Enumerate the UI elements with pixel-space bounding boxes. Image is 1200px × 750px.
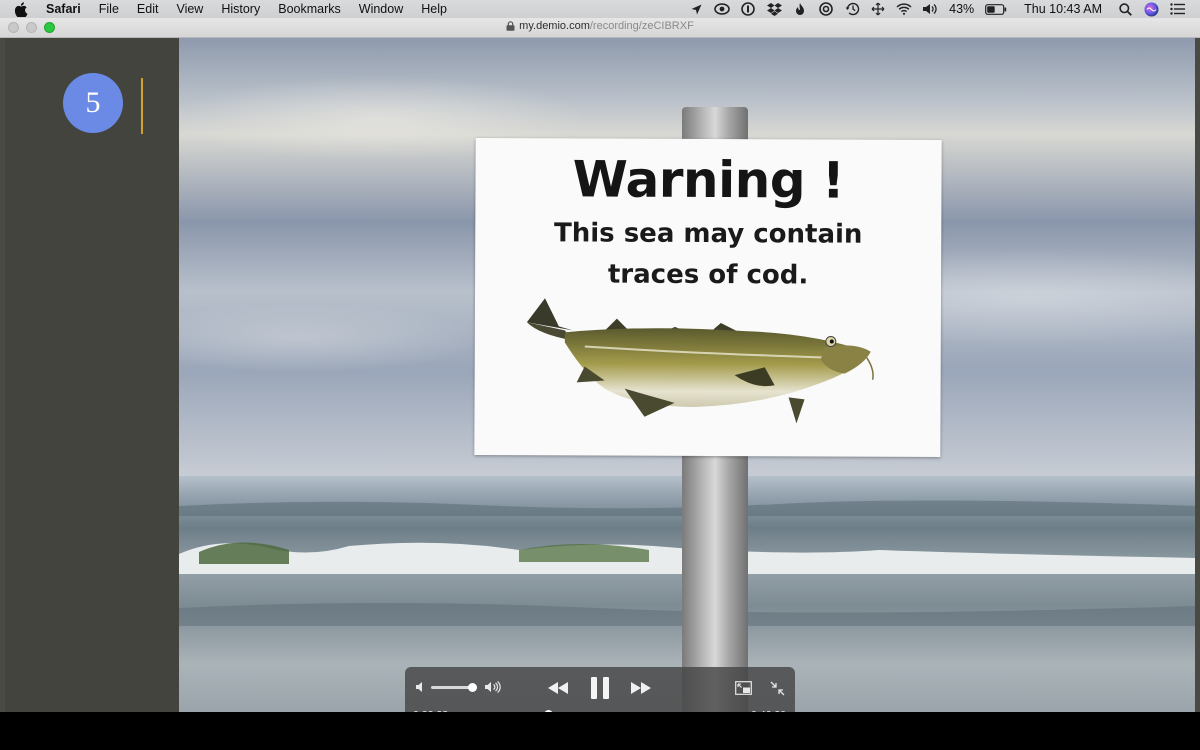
slide-divider (141, 78, 143, 134)
sign-line-2: traces of cod. (607, 259, 809, 291)
picture-in-picture-button[interactable] (734, 680, 752, 696)
slide-sidebar: 5 (5, 38, 179, 712)
screen-recorder-icon[interactable] (714, 1, 730, 17)
fast-forward-button[interactable] (629, 679, 653, 697)
location-arrow-icon[interactable] (688, 1, 704, 17)
menu-clock[interactable]: Thu 10:43 AM (1024, 2, 1102, 16)
video-frame[interactable]: Warning ! This sea may contain traces of… (179, 38, 1195, 712)
password-manager-icon[interactable] (740, 1, 756, 17)
sign-line-1: This sea may contain (553, 218, 863, 250)
warning-sign: Warning ! This sea may contain traces of… (474, 137, 942, 458)
letterbox-bottom (0, 712, 1200, 750)
url-domain: my.demio.com (519, 20, 590, 32)
menu-app-safari[interactable]: Safari (44, 0, 90, 18)
page-content: 5 Warning ! This sea may contain traces … (0, 38, 1200, 712)
vpn-icon[interactable] (818, 1, 834, 17)
browser-title-bar: my.demio.com/recording/zeCIBRXF (0, 18, 1200, 38)
slide-number-badge[interactable]: 5 (63, 73, 123, 133)
pause-button[interactable] (588, 675, 612, 701)
volume-low-icon[interactable] (414, 680, 428, 694)
volume-high-icon[interactable] (484, 679, 502, 695)
volume-slider-knob[interactable] (467, 683, 477, 692)
search-icon[interactable] (1117, 1, 1133, 17)
battery-icon[interactable] (985, 1, 1007, 17)
battery-percent: 43% (949, 2, 975, 16)
menu-edit[interactable]: Edit (128, 0, 168, 18)
exit-fullscreen-button[interactable] (769, 680, 785, 696)
flame-icon[interactable] (792, 1, 808, 17)
dropbox-icon[interactable] (766, 1, 782, 17)
display-arrows-icon[interactable] (870, 1, 886, 17)
menu-view[interactable]: View (167, 0, 212, 18)
menu-window[interactable]: Window (350, 0, 412, 18)
notification-center-icon[interactable] (1169, 1, 1185, 17)
wifi-icon[interactable] (896, 1, 912, 17)
apple-icon[interactable] (15, 1, 33, 17)
menu-bookmarks[interactable]: Bookmarks (269, 0, 350, 18)
siri-icon[interactable] (1143, 1, 1159, 17)
menu-file[interactable]: File (90, 0, 128, 18)
time-machine-icon[interactable] (844, 1, 860, 17)
url-path: /recording/zeCIBRXF (589, 20, 694, 32)
address-bar[interactable]: my.demio.com/recording/zeCIBRXF (0, 20, 1200, 32)
menu-bar: Safari File Edit View History Bookmarks … (0, 0, 1200, 18)
sign-headline: Warning ! (572, 150, 845, 210)
menu-history[interactable]: History (212, 0, 269, 18)
volume-icon[interactable] (922, 1, 938, 17)
menu-help[interactable]: Help (412, 0, 456, 18)
cod-fish-illustration (526, 298, 874, 424)
rewind-button[interactable] (546, 679, 570, 697)
lock-icon (506, 21, 515, 31)
